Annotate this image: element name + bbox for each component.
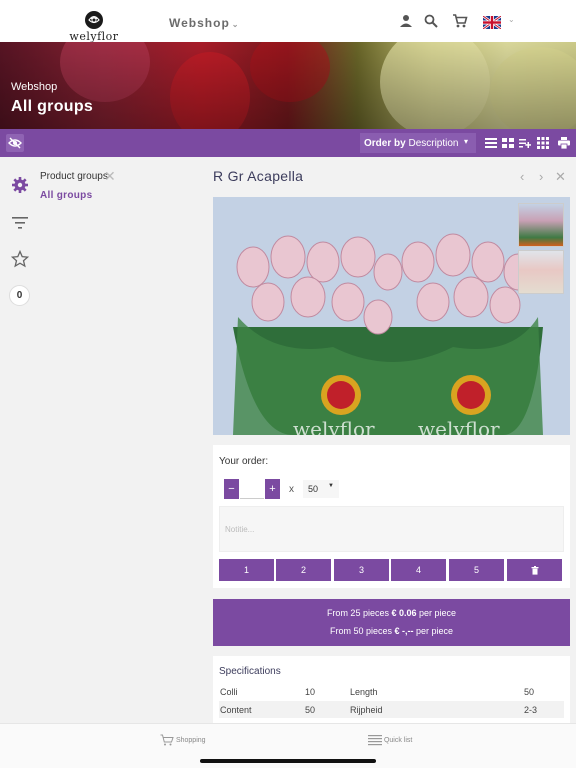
uk-flag-icon[interactable] <box>483 16 501 29</box>
trash-icon <box>531 566 538 575</box>
note-field[interactable] <box>219 506 564 552</box>
spec-key: Content <box>220 705 252 715</box>
playlist-add-icon[interactable] <box>519 137 531 149</box>
logo[interactable]: welyflor <box>64 10 124 43</box>
close-icon[interactable]: ✕ <box>555 169 566 185</box>
spec-row: Content 50 Rijpheid 2-3 <box>219 701 564 718</box>
rose-bouquet-image <box>213 197 570 435</box>
spec-value: 50 <box>305 705 316 715</box>
quick-quantity-button[interactable]: 3 <box>334 559 389 581</box>
quick-quantity-button[interactable]: 5 <box>449 559 504 581</box>
spec-key: Colli <box>220 687 238 697</box>
spec-value: 50 <box>524 687 535 697</box>
tab-quick-list[interactable]: Quick list <box>368 734 412 746</box>
spec-key: Rijpheid <box>350 705 383 715</box>
tab-quick-list-label: Quick list <box>383 736 413 744</box>
chevron-right-icon[interactable]: › <box>539 169 543 184</box>
caret-down-icon: ▼ <box>328 483 334 489</box>
tab-shopping-label: Shopping <box>175 736 206 744</box>
chevron-down-icon: ▾ <box>463 137 468 146</box>
order-by-prefix: Order by <box>364 138 406 149</box>
spec-row: Colli 10 Length 50 <box>219 683 564 700</box>
tab-shopping[interactable]: Shopping <box>160 734 206 746</box>
star-icon[interactable] <box>11 250 29 268</box>
spec-key: Length <box>350 687 378 697</box>
price-tier-1: From 25 pieces € 0.06 per piece <box>213 608 570 618</box>
filter-icon[interactable] <box>11 214 29 232</box>
all-groups-link[interactable]: All groups <box>40 190 92 201</box>
count-badge[interactable]: 0 <box>9 285 30 306</box>
apps-icon[interactable] <box>537 137 549 149</box>
rose-logo-icon <box>85 11 103 29</box>
cart-icon <box>160 734 174 746</box>
page-title: All groups <box>11 98 94 115</box>
price-tier-prefix: From 25 pieces <box>326 608 389 618</box>
pack-size-value: 50 <box>308 484 319 494</box>
cart-icon[interactable] <box>452 13 468 29</box>
quick-quantity-button[interactable]: 2 <box>276 559 331 581</box>
price-tier-2: From 50 pieces € -,-- per piece <box>213 626 570 636</box>
breadcrumb[interactable]: Webshop <box>11 81 57 93</box>
list-view-icon[interactable] <box>485 137 497 149</box>
eye-off-icon <box>8 137 22 149</box>
your-order-label: Your order: <box>219 456 269 467</box>
photo-thumbnail[interactable] <box>518 250 564 294</box>
top-bar: welyflor Webshop ⌄ ⌄ <box>0 0 576 43</box>
nav-webshop-menu[interactable]: Webshop ⌄ <box>169 16 239 30</box>
photo-brand-text: welyflor <box>293 417 375 435</box>
gear-icon[interactable] <box>11 176 29 194</box>
grid-view-icon[interactable] <box>502 137 514 149</box>
product-title: R Gr Acapella <box>213 168 304 184</box>
list-icon <box>368 735 382 746</box>
price-box: From 25 pieces € 0.06 per piece From 50 … <box>213 599 570 646</box>
increase-quantity-button[interactable]: + <box>265 479 280 499</box>
home-indicator[interactable] <box>200 759 376 763</box>
pack-size-select[interactable]: 50 ▼ <box>303 480 339 498</box>
quick-quantity-button[interactable]: 1 <box>219 559 274 581</box>
print-icon[interactable] <box>558 137 570 149</box>
order-by-value: Description <box>408 138 459 149</box>
times-label: x <box>289 484 294 495</box>
chevron-down-icon: ⌄ <box>231 20 240 29</box>
product-photo[interactable]: welyflor welyflor <box>213 197 570 435</box>
specifications-title: Specifications <box>219 666 281 677</box>
spec-value: 2-3 <box>524 705 538 715</box>
note-placeholder: Notitie... <box>225 525 255 534</box>
nav-webshop-label: Webshop <box>169 16 230 30</box>
person-icon[interactable] <box>398 13 414 29</box>
close-icon[interactable]: ✕ <box>104 168 116 185</box>
hero-banner: Webshop All groups <box>0 42 576 129</box>
product-groups-title: Product groups <box>40 171 108 182</box>
delete-order-button[interactable] <box>507 559 562 581</box>
photo-thumbnail[interactable] <box>518 203 564 247</box>
search-icon[interactable] <box>423 13 439 29</box>
price-tier-prefix: From 50 pieces <box>329 626 392 636</box>
price-tier-price: € -,-- <box>394 626 414 636</box>
decrease-quantity-button[interactable]: − <box>224 479 239 499</box>
order-by-select[interactable]: Order by Description ▾ <box>360 133 476 153</box>
quick-quantity-button[interactable]: 4 <box>391 559 446 581</box>
price-tier-suffix: per piece <box>416 626 454 636</box>
quantity-input[interactable] <box>240 479 264 499</box>
price-tier-price: € 0.06 <box>391 608 417 618</box>
language-chevron-icon[interactable]: ⌄ <box>508 15 515 24</box>
photo-brand-text: welyflor <box>418 417 500 435</box>
chevron-left-icon[interactable]: ‹ <box>520 169 524 184</box>
spec-value: 10 <box>305 687 316 697</box>
toggle-sidebar-button[interactable] <box>6 134 24 152</box>
price-tier-suffix: per piece <box>419 608 457 618</box>
